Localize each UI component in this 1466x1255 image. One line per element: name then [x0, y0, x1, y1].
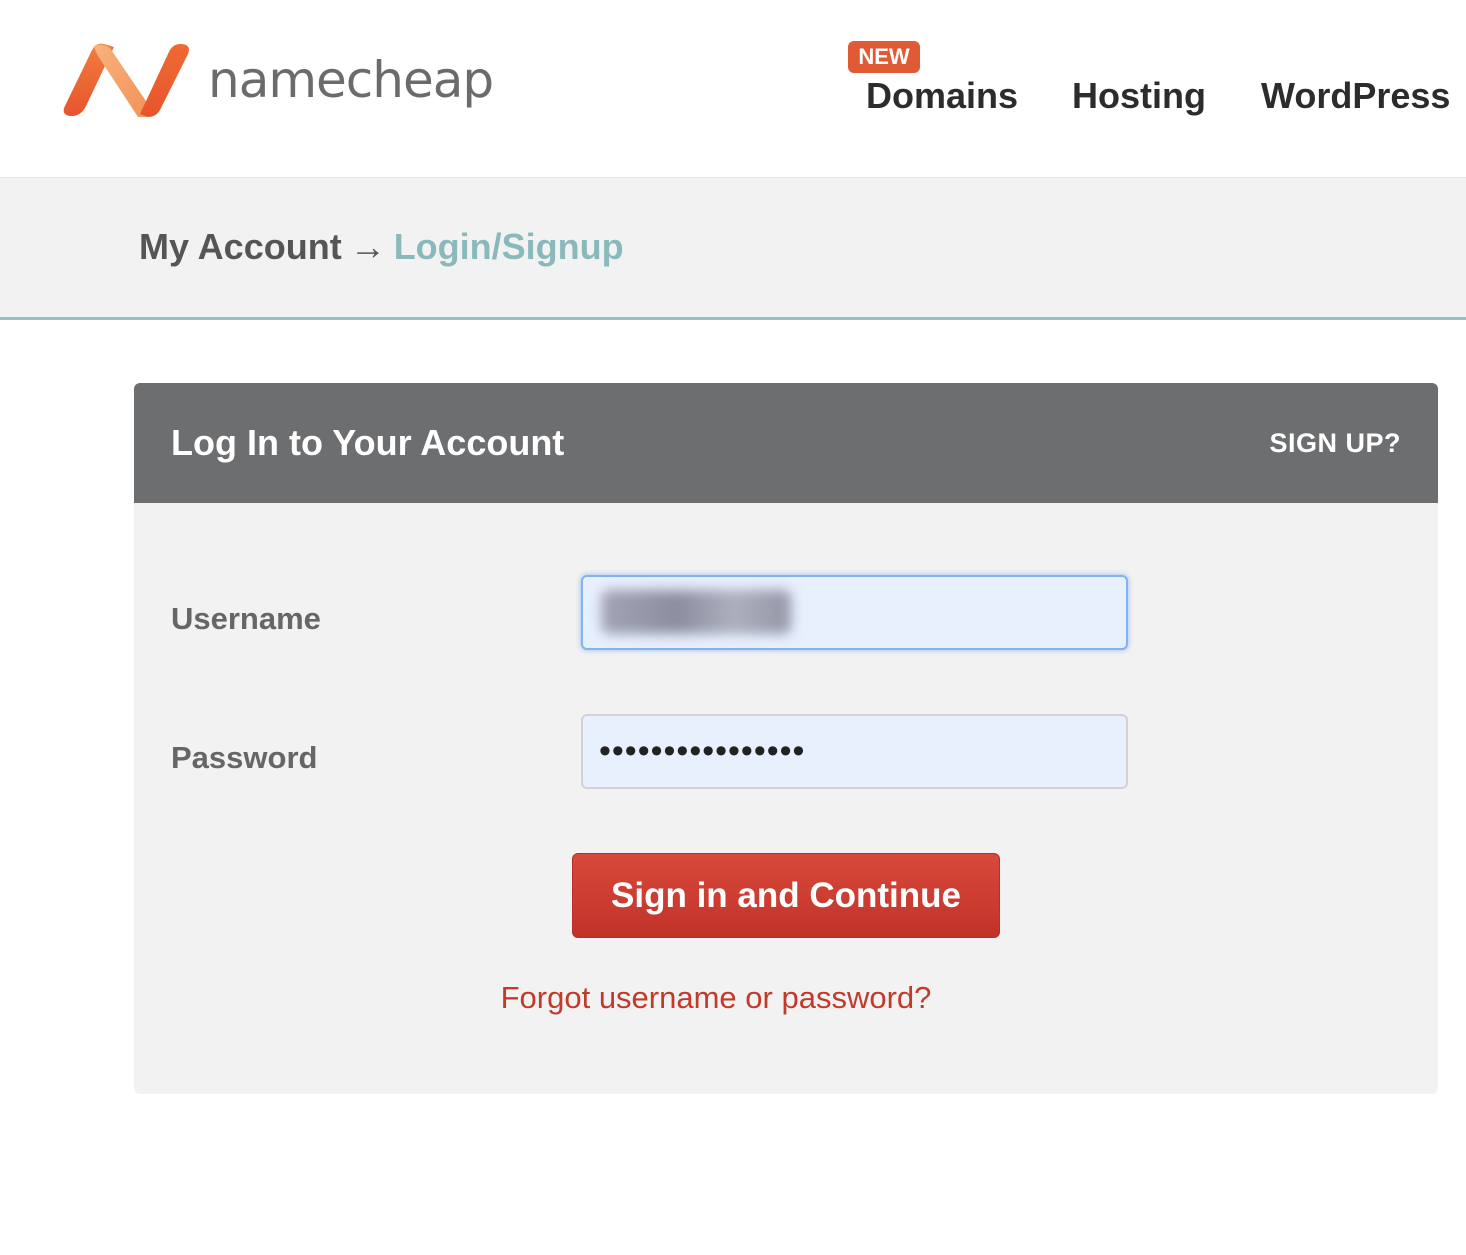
forgot-link-row: Forgot username or password? [134, 978, 1438, 1018]
sign-in-button[interactable]: Sign in and Continue [572, 853, 1000, 938]
namecheap-logo-icon [63, 43, 189, 117]
login-panel: Log In to Your Account SIGN UP? Username… [134, 383, 1438, 1094]
breadcrumb-arrow: → [349, 226, 386, 267]
forgot-credentials-link[interactable]: Forgot username or password? [501, 980, 1072, 1015]
nav-domains[interactable]: Domains [866, 76, 1018, 116]
logo-link[interactable]: namecheap [60, 40, 494, 120]
breadcrumb-my-account[interactable]: My Account [139, 226, 342, 267]
breadcrumb-current: Login/Signup [393, 226, 624, 267]
login-panel-header: Log In to Your Account SIGN UP? [134, 383, 1438, 503]
signup-link[interactable]: SIGN UP? [1269, 427, 1401, 459]
nav-wordpress[interactable]: WordPress [1261, 76, 1450, 116]
username-label: Username [171, 601, 321, 636]
nav-hosting[interactable]: Hosting [1072, 76, 1206, 116]
password-label: Password [171, 740, 318, 775]
breadcrumb: My Account → Login/Signup [139, 226, 624, 268]
new-badge: NEW [848, 41, 920, 73]
password-input[interactable] [581, 714, 1128, 789]
login-title: Log In to Your Account [171, 422, 565, 463]
site-header: namecheap NEW Domains Hosting WordPress [0, 0, 1466, 178]
username-input[interactable] [581, 575, 1128, 650]
logo-text: namecheap [208, 51, 494, 109]
